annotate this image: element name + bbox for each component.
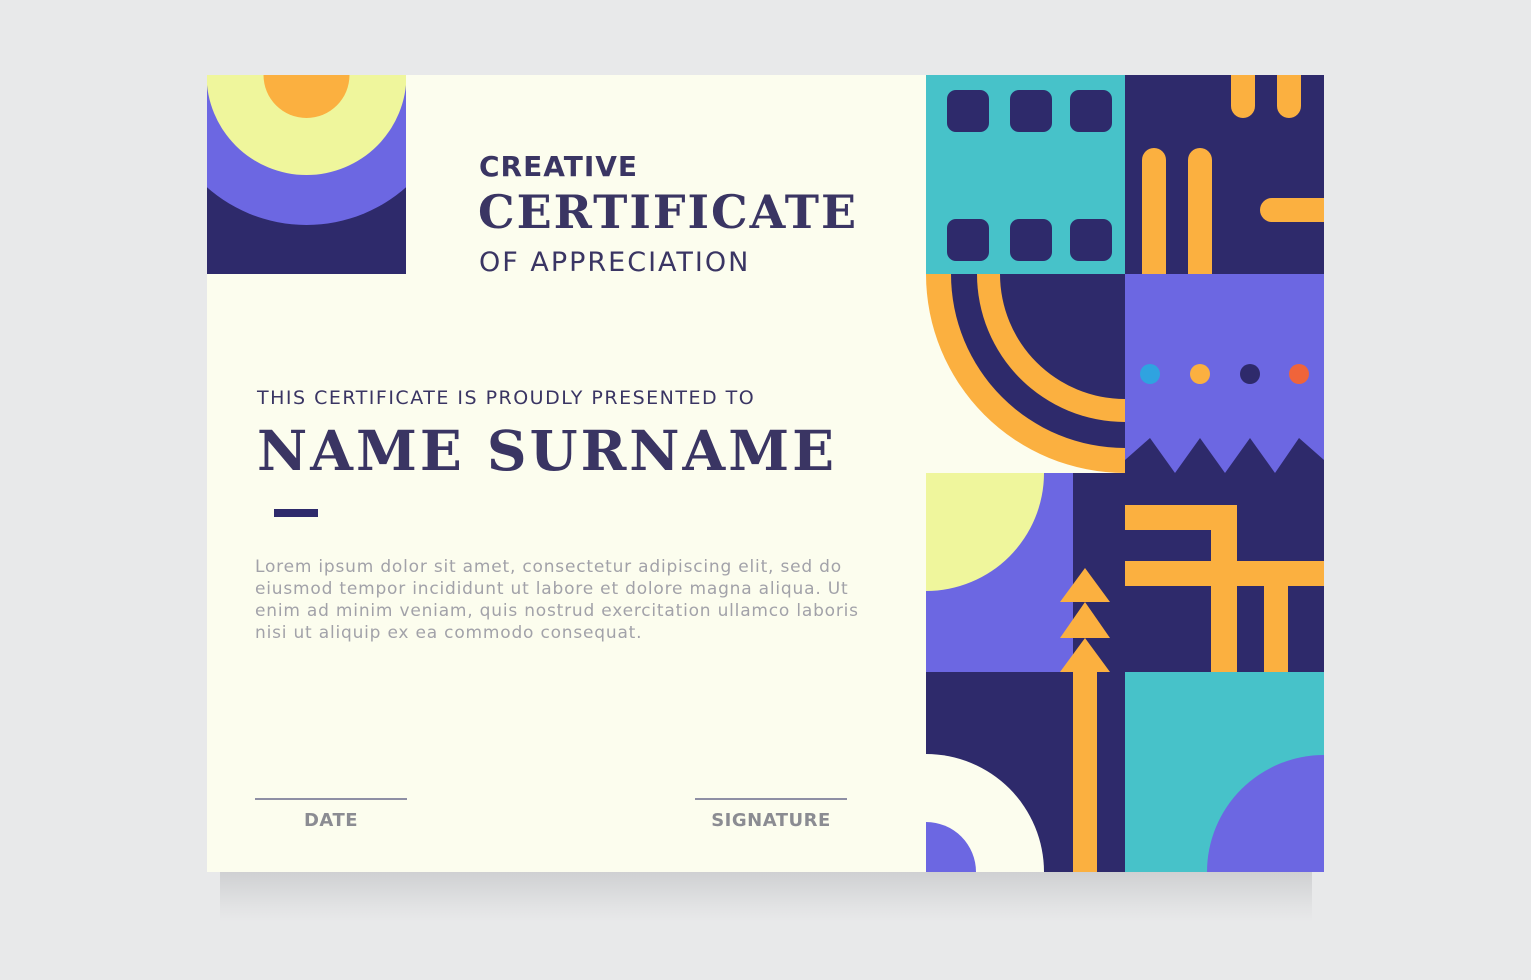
recipient-name: NAME SURNAME xyxy=(257,418,838,483)
title-certificate: CERTIFICATE xyxy=(478,185,859,239)
title-creative: CREATIVE xyxy=(479,150,639,183)
signature-label: SIGNATURE xyxy=(711,810,831,831)
corner-decoration xyxy=(207,75,406,274)
tile-teal-quarter xyxy=(1125,672,1324,872)
signature-line xyxy=(695,798,847,800)
tile-arc-shaft xyxy=(926,672,1125,872)
geometric-mosaic xyxy=(926,75,1324,872)
body-line: nisi ut aliquip ex ea commodo consequat. xyxy=(255,623,643,643)
card-shadow xyxy=(220,872,1312,922)
tile-film-squares xyxy=(926,75,1125,274)
body-text: Lorem ipsum dolor sit amet, consectetur … xyxy=(255,556,875,644)
body-line: eiusmod tempor incididunt ut labore et d… xyxy=(255,579,849,599)
title-appreciation: OF APPRECIATION xyxy=(479,247,751,278)
tile-lattice xyxy=(1125,473,1324,672)
tile-dots-zigzag xyxy=(1125,274,1324,473)
date-line xyxy=(255,798,407,800)
body-line: enim ad minim veniam, quis nostrud exerc… xyxy=(255,601,859,621)
certificate-card: CREATIVE CERTIFICATE OF APPRECIATION THI… xyxy=(207,75,1324,872)
tile-orange-bars xyxy=(1125,75,1324,274)
date-label: DATE xyxy=(303,810,359,831)
name-underline-dash xyxy=(274,509,318,517)
body-line: Lorem ipsum dolor sit amet, consectetur … xyxy=(255,557,842,577)
presented-to-text: THIS CERTIFICATE IS PROUDLY PRESENTED TO xyxy=(257,387,756,409)
